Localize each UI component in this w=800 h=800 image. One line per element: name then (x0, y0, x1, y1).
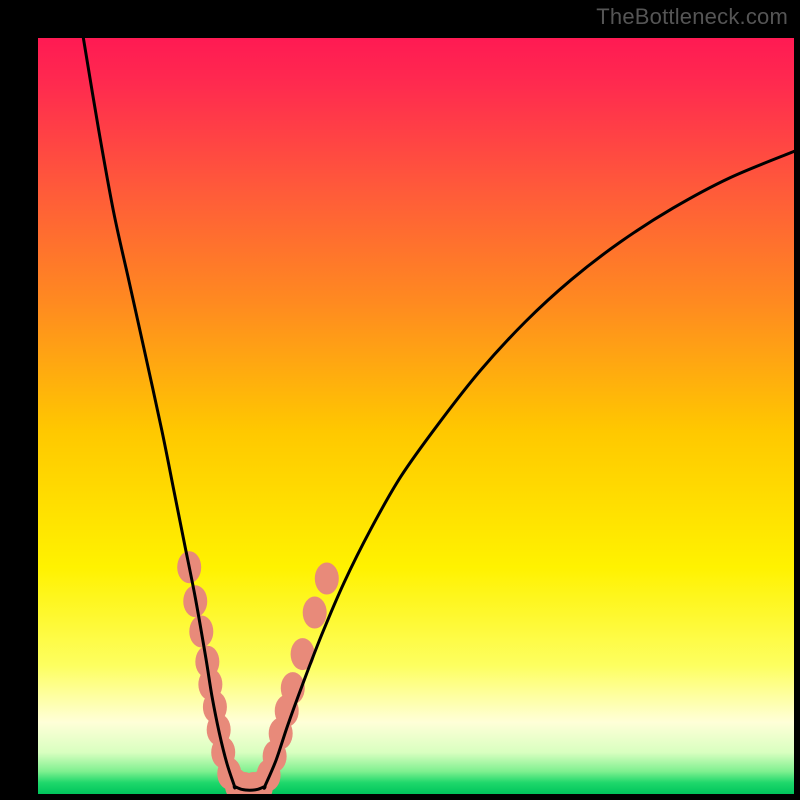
curve-layer (38, 38, 794, 794)
plot-area (38, 38, 794, 794)
marker-dot (315, 563, 339, 595)
chart-canvas: TheBottleneck.com (0, 0, 800, 800)
marker-dot (303, 597, 327, 629)
watermark-text: TheBottleneck.com (596, 4, 788, 30)
bottleneck-curve (83, 38, 794, 790)
